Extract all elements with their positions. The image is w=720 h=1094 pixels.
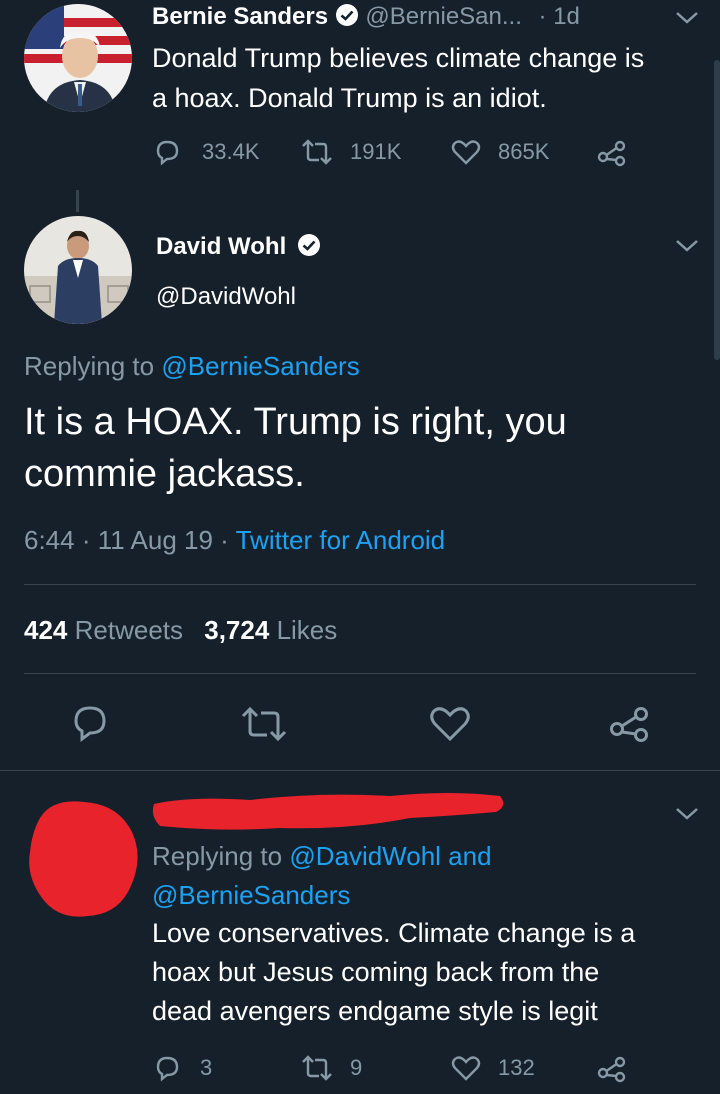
likes-stat[interactable]: 3,724 Likes [204,615,337,645]
mention-link[interactable]: @BernieSanders [152,876,492,915]
like-count: 865K [498,139,550,164]
avatar[interactable] [24,4,132,112]
retweets-stat[interactable]: 424 Retweets [24,615,190,645]
like-label: Likes [276,615,338,645]
retweet-icon[interactable] [240,704,288,744]
retweet-count: 9 [350,1055,363,1080]
retweet-count: 191K [350,139,402,164]
replying-to-label: Replying to [152,841,290,871]
reply-count: 33.4K [202,139,260,164]
separator: · [81,525,91,555]
tweet-text-line: commie jackass. [24,453,305,495]
like-count: 132 [498,1055,535,1080]
tweet-text-line: hoax but Jesus coming back from the [152,957,600,987]
author-handle[interactable]: @DavidWohl [156,282,296,312]
thread-connector [76,190,79,212]
author-handle[interactable]: @BernieSan... [365,3,521,30]
divider [24,673,696,674]
verified-badge-icon [335,3,359,27]
tweet-text-line: dead avengers endgame style is legit [152,996,598,1026]
reply-icon [152,1053,182,1083]
share-icon[interactable] [596,1055,628,1083]
chevron-down-icon[interactable] [674,10,700,26]
share-icon[interactable] [596,139,628,167]
tweet-text-line: a hoax. Donald Trump is an idiot. [152,83,547,113]
author-name[interactable]: Bernie Sanders [152,3,328,30]
tweet-date: 11 Aug 19 [97,525,213,555]
heart-icon [450,1053,482,1083]
like-count: 3,724 [204,615,270,645]
tweet-time: 6:44 [24,525,75,555]
like-button[interactable]: 132 [450,1053,535,1083]
share-icon[interactable] [608,704,652,744]
tweet-source-link[interactable]: Twitter for Android [236,525,446,555]
heart-icon [450,137,482,167]
retweet-icon [300,1053,334,1083]
avatar-redacted [22,798,142,927]
heart-icon[interactable] [428,703,472,743]
chevron-down-icon[interactable] [674,806,700,822]
reply-icon[interactable] [70,703,110,743]
tweet-text-line: Donald Trump believes climate change is [152,43,645,73]
retweet-count: 424 [24,615,68,645]
reply-button[interactable]: 3 [152,1053,212,1083]
reply-button[interactable]: 33.4K [152,137,260,167]
like-button[interactable]: 865K [450,137,549,167]
divider [24,584,696,585]
author-name[interactable]: David Wohl [156,233,286,260]
retweet-button[interactable]: 191K [300,137,401,167]
tweet-time: · 1d [538,3,580,30]
retweet-icon [300,137,334,167]
and-label: and [440,841,492,871]
tweet-text-line: It is a HOAX. Trump is right, you [24,401,567,443]
separator: · [220,525,229,555]
retweet-button[interactable]: 9 [300,1053,362,1083]
retweet-label: Retweets [74,615,184,645]
avatar[interactable] [24,216,132,324]
reply-icon [152,137,182,167]
chevron-down-icon[interactable] [674,238,700,254]
verified-badge-icon [297,233,321,257]
replying-to-label: Replying to [24,351,162,381]
tweet-text-line: Love conservatives. Climate change is a [152,918,636,948]
mention-link[interactable]: @DavidWohl [289,841,441,871]
mention-link[interactable]: @BernieSanders [161,351,359,381]
divider [0,770,720,771]
scrollbar[interactable] [714,60,720,360]
reply-count: 3 [200,1055,213,1080]
